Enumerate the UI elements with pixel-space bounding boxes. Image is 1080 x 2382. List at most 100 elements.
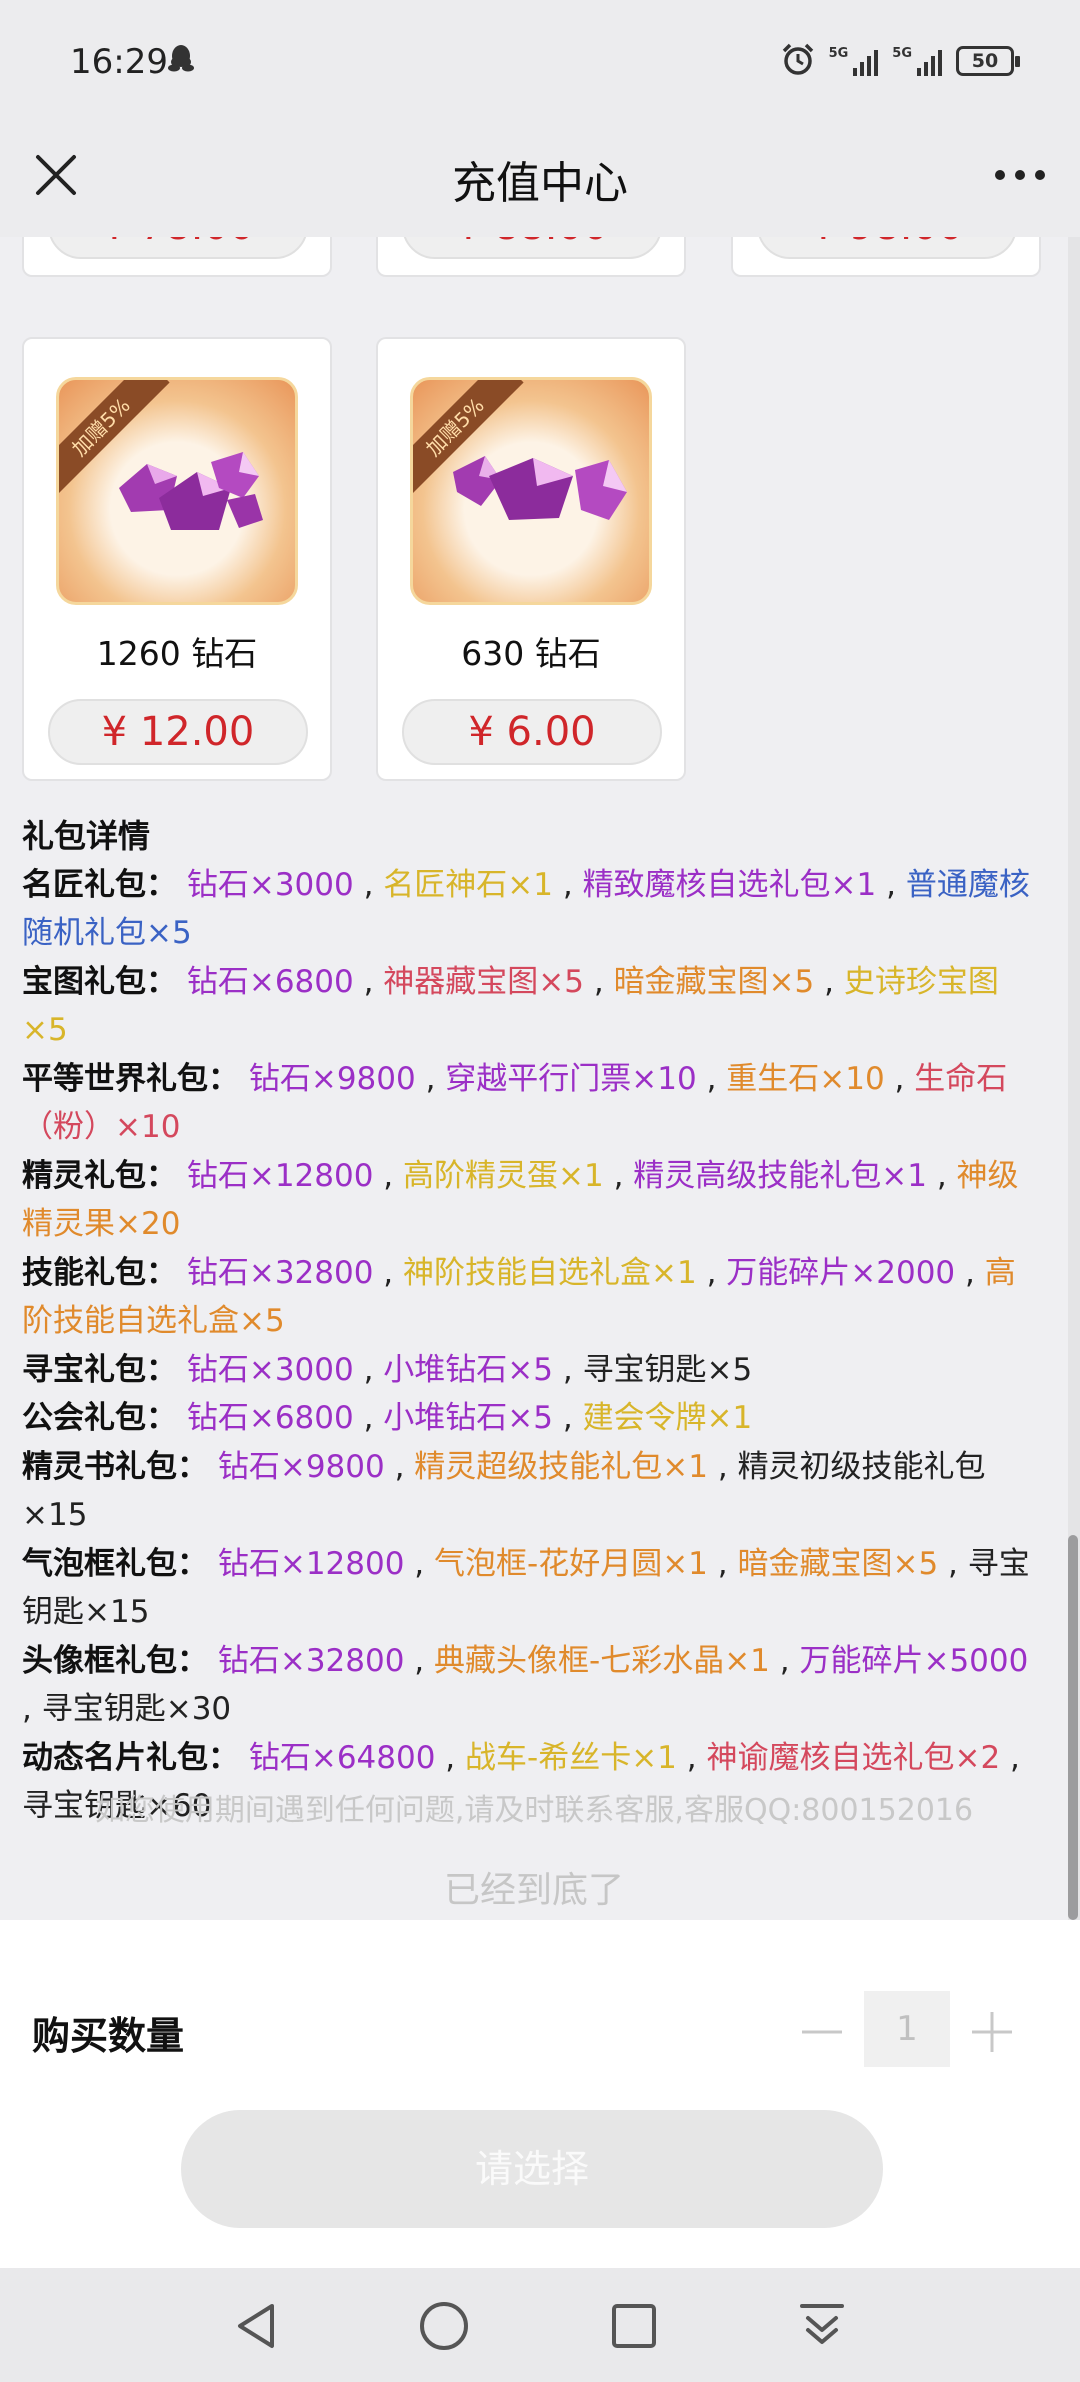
page-title: 充值中心: [452, 158, 628, 209]
quantity-input[interactable]: 1: [864, 1991, 950, 2067]
pack-label: 宝图礼包：: [22, 963, 177, 1000]
pack-item: 小堆钻石×5: [383, 1351, 553, 1388]
pack-item: 穿越平行门票×10: [445, 1060, 697, 1097]
product-card[interactable]: ¥ 78.00: [22, 237, 332, 277]
price-button[interactable]: ¥ 88.00: [402, 237, 662, 259]
price-button[interactable]: ¥ 98.00: [757, 237, 1017, 259]
product-card[interactable]: ¥ 98.00: [731, 237, 1041, 277]
pack-item: 重生石×10: [726, 1060, 885, 1097]
pack-label: 精灵礼包：: [22, 1157, 177, 1194]
product-name: 1260 钻石: [96, 634, 258, 673]
pack-list: 名匠礼包： 钻石×3000 , 名匠神石×1 , 精致魔核自选礼包×1 , 普通…: [22, 861, 1042, 1831]
gem-icon: [453, 456, 627, 520]
pack-item: 寻宝钥匙×30: [41, 1691, 232, 1727]
pack-item: 暗金藏宝图×5: [613, 963, 815, 1000]
price-button[interactable]: ¥ 78.00: [48, 237, 308, 259]
network-type: 5G: [828, 46, 849, 61]
pack-item: 小堆钻石×5: [383, 1400, 553, 1436]
pack-row: 气泡框礼包： 钻石×12800 , 气泡框-花好月圆×1 , 暗金藏宝图×5 ,…: [22, 1545, 1030, 1631]
pack-item: 钻石×6800: [186, 963, 354, 1000]
gem-icon: [119, 452, 263, 530]
pack-label: 动态名片礼包：: [22, 1739, 239, 1776]
pack-item: 钻石×12800: [186, 1157, 374, 1194]
pack-item: 精致魔核自选礼包×1: [582, 866, 877, 903]
details-heading: 礼包详情: [22, 817, 151, 855]
pack-item: 神谕魔核自选礼包×2: [706, 1739, 1001, 1776]
pack-row: 精灵书礼包： 钻石×9800 , 精灵超级技能礼包×1 , 精灵初级技能礼包×1…: [22, 1448, 986, 1534]
end-of-list-text: 已经到底了: [443, 1870, 624, 1911]
purchase-panel: 购买数量 1 请选择: [0, 1920, 1080, 2268]
pack-label: 头像框礼包：: [22, 1642, 208, 1679]
pack-item: 精灵高级技能礼包×1: [633, 1157, 927, 1194]
select-button[interactable]: 请选择: [181, 2110, 883, 2228]
quantity-label: 购买数量: [32, 2014, 185, 2058]
notification-pull-icon[interactable]: [794, 2298, 850, 2354]
minus-icon[interactable]: [800, 2010, 844, 2054]
signal-icon: 5G: [892, 46, 942, 76]
pack-item: 典藏头像框-七彩水晶×1: [434, 1642, 770, 1679]
contact-text: 如您使用期间遇到任何问题,请及时联系客服,客服QQ:800152016: [94, 1793, 974, 1828]
pack-item: 万能碎片×2000: [726, 1254, 956, 1291]
pack-details: 礼包详情 名匠礼包： 钻石×3000 , 名匠神石×1 , 精致魔核自选礼包×1…: [22, 812, 1042, 1831]
plus-icon[interactable]: [970, 2010, 1014, 2054]
qq-icon: [168, 44, 194, 78]
system-nav-bar: [0, 2268, 1080, 2382]
pack-item: 钻石×32800: [186, 1254, 374, 1291]
pack-label: 平等世界礼包：: [22, 1060, 239, 1097]
back-triangle-icon[interactable]: [228, 2298, 284, 2354]
product-name: 630 钻石: [461, 634, 601, 673]
pack-item: 精灵超级技能礼包×1: [414, 1448, 708, 1485]
diamond-pack-image: 加赠5%: [410, 377, 652, 605]
pack-item: 高阶精灵蛋×1: [403, 1157, 604, 1194]
scrollbar-thumb[interactable]: [1068, 1535, 1078, 1920]
status-time: 16:29: [70, 42, 168, 82]
pack-row: 寻宝礼包： 钻石×3000 , 小堆钻石×5 , 寻宝钥匙×5: [22, 1351, 753, 1388]
product-card[interactable]: 加赠5% 1260 钻石 ¥ 12.00: [22, 337, 332, 781]
pack-row: 技能礼包： 钻石×32800 , 神阶技能自选礼盒×1 , 万能碎片×2000 …: [22, 1254, 1016, 1340]
pack-item: 寻宝钥匙×5: [582, 1351, 753, 1388]
status-icons: 5G 5G 50: [781, 42, 1020, 80]
title-bar: 充值中心: [0, 125, 1080, 237]
price-button[interactable]: ¥ 12.00: [48, 699, 308, 765]
pack-item: 神阶技能自选礼盒×1: [403, 1254, 697, 1291]
product-card[interactable]: ¥ 88.00: [376, 237, 686, 277]
pack-row: 平等世界礼包： 钻石×9800 , 穿越平行门票×10 , 重生石×10 , 生…: [22, 1060, 1008, 1146]
network-type: 5G: [892, 46, 912, 61]
pack-item: 战车-希丝卡×1: [465, 1739, 677, 1776]
pack-item: 钻石×9800: [248, 1060, 416, 1097]
pack-item: 钻石×3000: [186, 1351, 354, 1388]
status-bar: 16:29 5G 5G 50: [0, 0, 1080, 125]
alarm-icon: [781, 42, 815, 80]
pack-item: 万能碎片×5000: [799, 1642, 1029, 1679]
diamond-pack-image: 加赠5%: [56, 377, 298, 605]
pack-item: 名匠神石×1: [383, 866, 553, 903]
price-button[interactable]: ¥ 6.00: [402, 699, 662, 765]
pack-item: 神器藏宝图×5: [383, 963, 584, 1000]
pack-row: 精灵礼包： 钻石×12800 , 高阶精灵蛋×1 , 精灵高级技能礼包×1 , …: [22, 1157, 1019, 1243]
pack-item: 建会令牌×1: [582, 1400, 753, 1436]
pack-label: 寻宝礼包：: [22, 1351, 177, 1388]
pack-label: 公会礼包：: [22, 1400, 177, 1436]
signal-icon: 5G: [829, 46, 879, 76]
pack-item: 暗金藏宝图×5: [737, 1545, 939, 1582]
pack-item: 钻石×12800: [217, 1545, 405, 1582]
pack-item: 钻石×64800: [248, 1739, 436, 1776]
pack-item: 钻石×9800: [217, 1448, 385, 1485]
battery-icon: 50: [956, 46, 1020, 76]
pack-item: 气泡框-花好月圆×1: [434, 1545, 708, 1582]
pack-row: 宝图礼包： 钻石×6800 , 神器藏宝图×5 , 暗金藏宝图×5 , 史诗珍宝…: [22, 963, 999, 1049]
pack-row: 头像框礼包： 钻石×32800 , 典藏头像框-七彩水晶×1 , 万能碎片×50…: [22, 1642, 1029, 1728]
recents-square-icon[interactable]: [606, 2298, 662, 2354]
pack-row: 公会礼包： 钻石×6800 , 小堆钻石×5 , 建会令牌×1: [22, 1400, 753, 1436]
pack-label: 精灵书礼包：: [22, 1448, 208, 1485]
pack-label: 技能礼包：: [22, 1254, 177, 1291]
product-card[interactable]: 加赠5% 630 钻石 ¥ 6.00: [376, 337, 686, 781]
content-area[interactable]: ¥ 78.00 ¥ 88.00 ¥ 98.00 加赠5% 1260 钻石: [0, 237, 1068, 1920]
pack-item: 钻石×6800: [186, 1400, 354, 1436]
pack-label: 名匠礼包：: [22, 866, 177, 903]
pack-label: 气泡框礼包：: [22, 1545, 208, 1582]
pack-row: 名匠礼包： 钻石×3000 , 名匠神石×1 , 精致魔核自选礼包×1 , 普通…: [22, 866, 1030, 952]
home-circle-icon[interactable]: [416, 2298, 472, 2354]
pack-item: 钻石×3000: [186, 866, 354, 903]
more-icon[interactable]: [990, 149, 1050, 201]
